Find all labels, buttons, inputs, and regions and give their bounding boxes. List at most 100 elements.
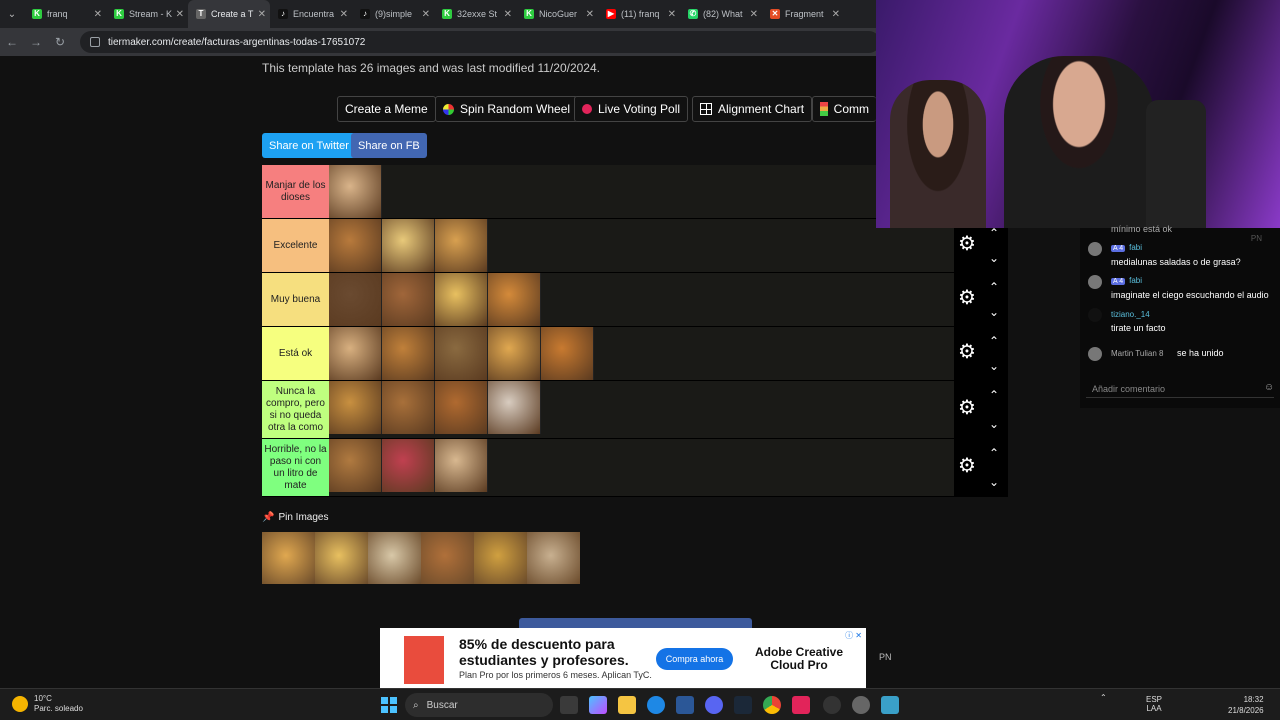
chevron-up-icon[interactable]: ⌃	[988, 389, 1000, 401]
tab-search-button[interactable]: ⌄	[0, 0, 24, 28]
tiktok-icon[interactable]	[792, 696, 810, 714]
community-button[interactable]: Comm	[812, 96, 876, 122]
pastry-image[interactable]	[488, 327, 541, 380]
pastry-image[interactable]	[329, 327, 382, 380]
close-tab-icon[interactable]: ✕	[258, 9, 266, 20]
pinned-pastry-image[interactable]	[262, 532, 315, 584]
tier-label[interactable]: Excelente	[262, 219, 329, 272]
browser-tab[interactable]: K Stream - K ✕	[106, 0, 188, 28]
chat-comment-input[interactable]: Añadir comentario	[1086, 380, 1274, 398]
browser-tab[interactable]: K 32exxe St ✕	[434, 0, 516, 28]
pastry-image[interactable]	[329, 381, 382, 434]
adobe-ad[interactable]: 85% de descuento para estudiantes y prof…	[380, 628, 866, 688]
site-info-icon[interactable]	[90, 37, 100, 47]
pastry-image[interactable]	[488, 273, 541, 326]
clock[interactable]: 18:32 21/8/2026	[1228, 694, 1264, 716]
close-tab-icon[interactable]: ✕	[750, 9, 758, 20]
pastry-image[interactable]	[329, 219, 382, 272]
browser-tab[interactable]: ✆ (82) What ✕	[680, 0, 762, 28]
edge-icon[interactable]	[647, 696, 665, 714]
browser-tab[interactable]: ♪ Encuentra ✕	[270, 0, 352, 28]
gear-icon[interactable]: ⚙	[958, 342, 978, 362]
pinned-pastry-image[interactable]	[421, 532, 474, 584]
system-tray[interactable]: ⌃ ESP LAA	[1100, 693, 1162, 713]
chevron-up-icon[interactable]: ⌃	[988, 335, 1000, 347]
pastry-image[interactable]	[435, 381, 488, 434]
emoji-icon[interactable]: ☺	[1264, 382, 1274, 393]
chrome-icon[interactable]	[763, 696, 781, 714]
browser-tab[interactable]: Kfranq ✕	[24, 0, 106, 28]
back-button[interactable]: ←	[0, 35, 24, 49]
ad-cta-button[interactable]: Compra ahora	[656, 648, 733, 670]
settings-icon[interactable]	[852, 696, 870, 714]
browser-tab[interactable]: ✕ Fragment ✕	[762, 0, 844, 28]
pastry-image[interactable]	[382, 219, 435, 272]
browser-tab[interactable]: ▶ (11) franq ✕	[598, 0, 680, 28]
tier-label[interactable]: Nunca la compro, pero si no queda otra l…	[262, 381, 329, 438]
windows-start-icon[interactable]	[381, 697, 397, 713]
close-tab-icon[interactable]: ✕	[832, 9, 840, 20]
store-icon[interactable]	[676, 696, 694, 714]
close-tab-icon[interactable]: ✕	[176, 9, 184, 20]
pinned-pastry-image[interactable]	[315, 532, 368, 584]
close-tab-icon[interactable]: ✕	[668, 9, 676, 20]
chevron-up-icon[interactable]: ⌃	[1100, 693, 1107, 702]
gear-icon[interactable]: ⚙	[958, 398, 978, 418]
share-twitter-button[interactable]: Share on Twitter	[262, 133, 356, 158]
task-view-icon[interactable]	[560, 696, 578, 714]
close-tab-icon[interactable]: ✕	[340, 9, 348, 20]
pastry-image[interactable]	[382, 381, 435, 434]
copilot-icon[interactable]	[589, 696, 607, 714]
taskbar-search[interactable]: ⌕ Buscar	[405, 693, 553, 717]
browser-tab[interactable]: K NicoGuer ✕	[516, 0, 598, 28]
pinned-pastry-image[interactable]	[527, 532, 580, 584]
tier-label[interactable]: Está ok	[262, 327, 329, 380]
pastry-image[interactable]	[382, 327, 435, 380]
alignment-chart-button[interactable]: Alignment Chart	[692, 96, 813, 122]
pastry-image[interactable]	[435, 273, 488, 326]
gear-icon[interactable]: ⚙	[958, 456, 978, 476]
pastry-image[interactable]	[329, 165, 382, 218]
gear-icon[interactable]: ⚙	[958, 234, 978, 254]
browser-tab[interactable]: ♪ (9)simple ✕	[352, 0, 434, 28]
pastry-image[interactable]	[435, 327, 488, 380]
tier-label[interactable]: Muy buena	[262, 273, 329, 326]
chevron-up-icon[interactable]: ⌃	[988, 281, 1000, 293]
pastry-image[interactable]	[435, 219, 488, 272]
chevron-down-icon[interactable]: ⌄	[988, 252, 1000, 264]
pinned-pastry-image[interactable]	[474, 532, 527, 584]
spin-wheel-button[interactable]: Spin Random Wheel	[435, 96, 579, 122]
weather-widget[interactable]: 10°C Parc. soleado	[12, 694, 83, 714]
chevron-down-icon[interactable]: ⌄	[988, 476, 1000, 488]
pastry-image[interactable]	[541, 327, 594, 380]
tier-label[interactable]: Horrible, no la paso ni con un litro de …	[262, 439, 329, 496]
pastry-image[interactable]	[329, 439, 382, 492]
live-poll-button[interactable]: Live Voting Poll	[574, 96, 689, 122]
chevron-down-icon[interactable]: ⌄	[988, 306, 1000, 318]
pastry-image[interactable]	[488, 381, 541, 434]
chevron-up-icon[interactable]: ⌃	[988, 447, 1000, 459]
pastry-image[interactable]	[435, 439, 488, 492]
chevron-down-icon[interactable]: ⌄	[988, 418, 1000, 430]
create-meme-button[interactable]: Create a Meme	[337, 96, 436, 122]
pastry-image[interactable]	[382, 273, 435, 326]
ad-info-icon[interactable]: ⓘ ✕	[845, 630, 862, 641]
discord-icon[interactable]	[705, 696, 723, 714]
pinned-pastry-image[interactable]	[368, 532, 421, 584]
chevron-down-icon[interactable]: ⌄	[988, 360, 1000, 372]
close-tab-icon[interactable]: ✕	[422, 9, 430, 20]
chevron-up-icon[interactable]: ⌃	[988, 227, 1000, 239]
close-tab-icon[interactable]: ✕	[504, 9, 512, 20]
pastry-image[interactable]	[382, 439, 435, 492]
browser-tab[interactable]: T Create a T ✕	[188, 0, 270, 28]
close-tab-icon[interactable]: ✕	[94, 9, 102, 20]
tier-label[interactable]: Manjar de los dioses	[262, 165, 329, 218]
url-field[interactable]: tiermaker.com/create/facturas-argentinas…	[80, 31, 880, 53]
notepad-icon[interactable]	[881, 696, 899, 714]
share-fb-button[interactable]: Share on FB	[351, 133, 427, 158]
pastry-image[interactable]	[329, 273, 382, 326]
file-explorer-icon[interactable]	[618, 696, 636, 714]
forward-button[interactable]: →	[24, 35, 48, 49]
gear-icon[interactable]: ⚙	[958, 288, 978, 308]
steam-icon[interactable]	[734, 696, 752, 714]
